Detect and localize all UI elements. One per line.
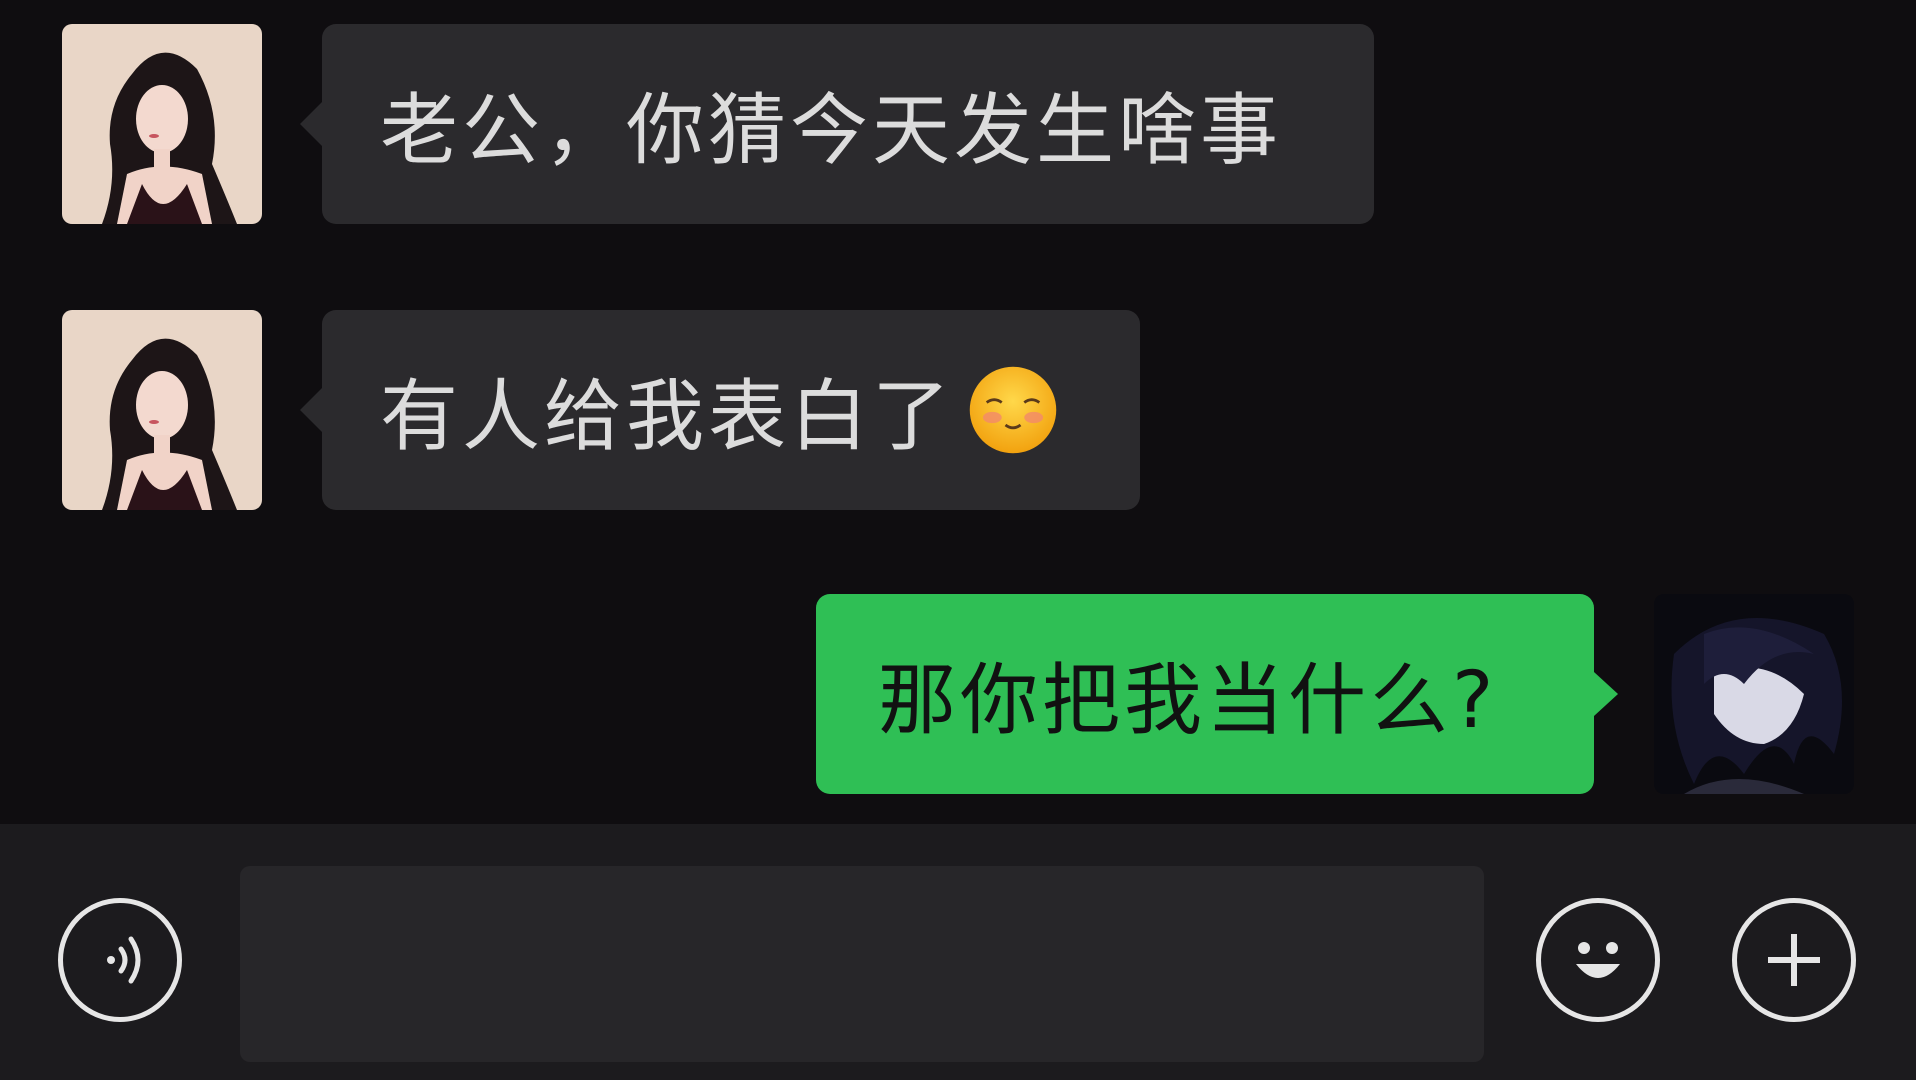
emoji-icon[interactable] <box>1536 898 1660 1022</box>
message-text: 那你把我当什么? <box>878 656 1498 746</box>
voice-icon[interactable] <box>58 898 182 1022</box>
boy-avatar-icon[interactable] <box>1654 594 1854 794</box>
message-input[interactable] <box>240 866 1484 1062</box>
plus-icon[interactable] <box>1732 898 1856 1022</box>
girl-avatar-icon[interactable] <box>62 310 262 510</box>
message-text: 有人给我表白了 <box>380 372 955 462</box>
input-bar <box>0 824 1916 1080</box>
message-bubble[interactable]: 老公，你猜今天发生啥事 <box>300 24 1374 224</box>
message-text: 老公，你猜今天发生啥事 <box>380 86 1283 176</box>
shy-face-emoji-icon <box>966 363 1060 457</box>
message-bubble[interactable]: 那你把我当什么? <box>816 594 1618 794</box>
girl-avatar-icon[interactable] <box>62 24 262 224</box>
chat-area: 老公，你猜今天发生啥事 有人给我表白了 那你把我当什么? <box>0 0 1916 824</box>
message-bubble[interactable]: 有人给我表白了 <box>300 310 1140 510</box>
